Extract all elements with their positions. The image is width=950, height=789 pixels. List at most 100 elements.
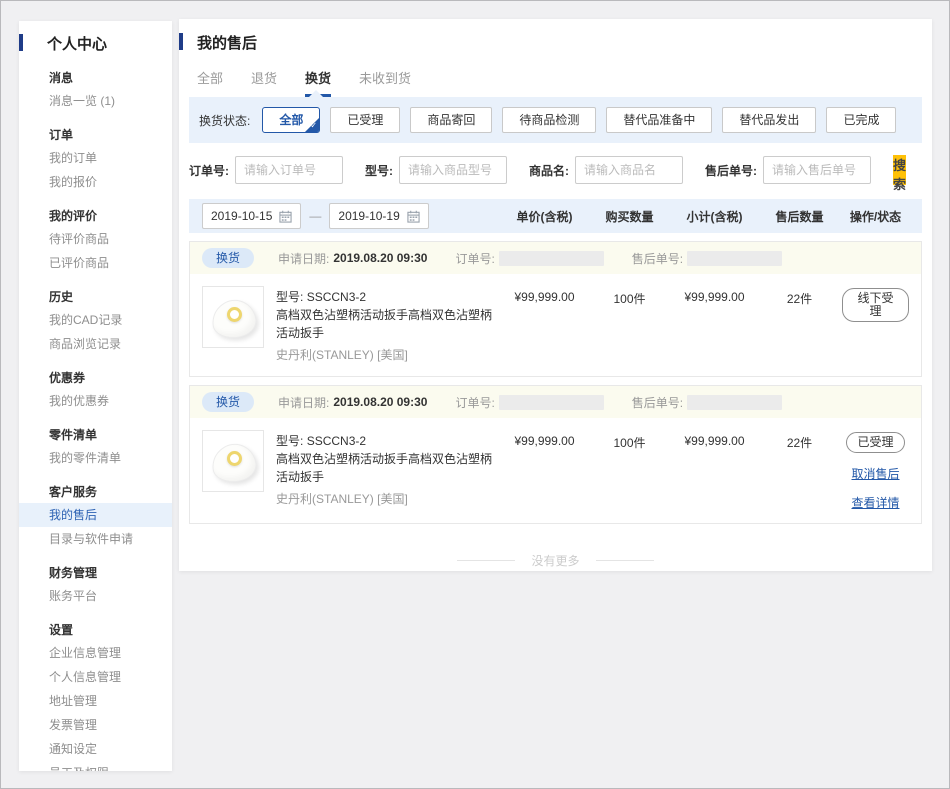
status-chip-replacement-preparing[interactable]: 替代品准备中 [606,107,712,133]
apply-date-group: 申请日期: 2019.08.20 09:30 [278,250,427,267]
product-model-line: 型号: SSCCN3-2 [276,288,502,306]
sidebar-item-my-parts-list[interactable]: 我的零件清单 [19,446,172,470]
order-no-group: 订单号: [455,250,603,267]
sidebar-section-messages: 消息 [19,56,172,89]
sidebar-item-notification-settings[interactable]: 通知设定 [19,737,172,761]
page-title: 我的售后 [197,35,257,52]
product-name-label: 商品名: [529,162,569,179]
search-button[interactable]: 搜索 [893,155,906,185]
product-brand: 史丹利(STANLEY) [美国] [276,346,502,364]
apply-date-group: 申请日期: 2019.08.20 09:30 [278,394,427,411]
tab-returns[interactable]: 退货 [251,68,277,97]
product-cell: 型号: SSCCN3-2 高档双色沾塑柄活动扳手高档双色沾塑柄活动扳手 史丹利(… [202,286,502,364]
tab-all[interactable]: 全部 [197,68,223,97]
exchange-type-badge: 换货 [202,392,254,412]
product-model-line: 型号: SSCCN3-2 [276,432,502,450]
order-card-header: 换货 申请日期: 2019.08.20 09:30 订单号: 售后单号: [190,386,921,418]
order-no-group: 订单号: [455,394,603,411]
exchange-status-filter-bar: 换货状态: 全部 已受理 商品寄回 待商品检测 替代品准备中 替代品发出 已完成 [189,97,922,143]
no-more-indicator: 没有更多 [179,552,932,569]
start-date-value: 2019-10-15 [211,209,272,223]
status-chip-pending-inspection[interactable]: 待商品检测 [502,107,596,133]
main-panel: 我的售后 全部 退货 换货 未收到货 换货状态: 全部 已受理 商品寄回 待商品… [179,19,932,571]
view-details-link[interactable]: 查看详情 [842,494,909,511]
model-value: SSCCN3-2 [307,290,366,304]
status-badge: 已受理 [846,432,904,453]
status-chip-returned[interactable]: 商品寄回 [410,107,492,133]
order-no-group: 订单号: [189,156,343,184]
header-purchase-qty: 购买数量 [587,208,672,225]
sidebar-section-history: 历史 [19,275,172,308]
service-no-group: 售后单号: [632,250,782,267]
product-image[interactable] [202,286,264,348]
exchange-type-badge: 换货 [202,248,254,268]
start-date-picker[interactable]: 2019-10-15 [202,203,301,229]
product-cell: 型号: SSCCN3-2 高档双色沾塑柄活动扳手高档双色沾塑柄活动扳手 史丹利(… [202,430,502,508]
product-name[interactable]: 高档双色沾塑柄活动扳手高档双色沾塑柄活动扳手 [276,306,502,342]
order-card: 换货 申请日期: 2019.08.20 09:30 订单号: 售后单号: [189,241,922,377]
subtotal-value: ¥99,999.00 [672,286,757,304]
sidebar-item-billing-platform[interactable]: 账务平台 [19,584,172,608]
sidebar-item-done-reviews[interactable]: 已评价商品 [19,251,172,275]
list-header-bar: 2019-10-15 — 2019-10-19 [189,199,922,233]
status-chip-all[interactable]: 全部 [262,107,320,133]
unit-price-value: ¥99,999.00 [502,430,587,448]
sidebar-item-catalog-software[interactable]: 目录与软件申请 [19,527,172,551]
service-no-group: 售后单号: [632,394,782,411]
model-input[interactable] [399,156,507,184]
check-icon [305,118,319,132]
sidebar-item-invoice-mgmt[interactable]: 发票管理 [19,713,172,737]
sidebar-section-coupons: 优惠券 [19,356,172,389]
order-card: 换货 申请日期: 2019.08.20 09:30 订单号: 售后单号: [189,385,922,524]
service-no-redacted [687,251,782,266]
order-no-input[interactable] [235,156,343,184]
sidebar-item-my-quotes[interactable]: 我的报价 [19,170,172,194]
sidebar-item-my-aftersales[interactable]: 我的售后 [19,503,172,527]
header-unit-price: 单价(含税) [502,208,587,225]
sidebar-item-my-orders[interactable]: 我的订单 [19,146,172,170]
sidebar-item-message-list[interactable]: 消息一览 (1) [19,89,172,113]
order-no-redacted [499,251,604,266]
product-info: 型号: SSCCN3-2 高档双色沾塑柄活动扳手高档双色沾塑柄活动扳手 史丹利(… [276,430,502,508]
sidebar-section-reviews: 我的评价 [19,194,172,227]
calendar-icon [279,210,292,223]
sidebar-title-text: 个人中心 [47,36,107,53]
model-label: 型号: [276,290,303,304]
purchase-qty-value: 100件 [587,286,672,307]
product-image[interactable] [202,430,264,492]
calendar-icon [407,210,420,223]
status-badge: 线下受理 [842,288,909,322]
order-no-label: 订单号: [455,394,494,411]
status-cell: 线下受理 [842,286,909,322]
cancel-aftersales-link[interactable]: 取消售后 [842,465,909,482]
sidebar-item-cad-history[interactable]: 我的CAD记录 [19,308,172,332]
sidebar-section-finance: 财务管理 [19,551,172,584]
model-label: 型号: [276,434,303,448]
product-info: 型号: SSCCN3-2 高档双色沾塑柄活动扳手高档双色沾塑柄活动扳手 史丹利(… [276,286,502,364]
aftersales-qty-value: 22件 [757,286,842,307]
sidebar-item-company-info[interactable]: 企业信息管理 [19,641,172,665]
sidebar-section-customer-service: 客户服务 [19,470,172,503]
order-no-label: 订单号: [189,162,229,179]
order-card-body: 型号: SSCCN3-2 高档双色沾塑柄活动扳手高档双色沾塑柄活动扳手 史丹利(… [190,418,921,523]
service-no-input[interactable] [763,156,871,184]
status-chip-replacement-shipped[interactable]: 替代品发出 [722,107,816,133]
end-date-picker[interactable]: 2019-10-19 [329,203,428,229]
apply-date-value: 2019.08.20 09:30 [333,251,427,265]
chip-label: 全部 [279,113,303,127]
sidebar-item-personal-info[interactable]: 个人信息管理 [19,665,172,689]
apply-date-label: 申请日期: [278,250,329,267]
status-chip-completed[interactable]: 已完成 [826,107,896,133]
sidebar-item-pending-reviews[interactable]: 待评价商品 [19,227,172,251]
tab-not-received[interactable]: 未收到货 [359,68,411,97]
sidebar-item-staff-permissions[interactable]: 员工及权限 [19,761,172,771]
product-name[interactable]: 高档双色沾塑柄活动扳手高档双色沾塑柄活动扳手 [276,450,502,486]
page: { "colors": { "accent_blue": "#2358A8", … [0,0,950,789]
sidebar-item-address-mgmt[interactable]: 地址管理 [19,689,172,713]
sidebar-item-browse-history[interactable]: 商品浏览记录 [19,332,172,356]
product-name-input[interactable] [575,156,683,184]
date-range: 2019-10-15 — 2019-10-19 [202,203,502,229]
header-aftersales-qty: 售后数量 [757,208,842,225]
sidebar-item-my-coupons[interactable]: 我的优惠券 [19,389,172,413]
status-chip-accepted[interactable]: 已受理 [330,107,400,133]
